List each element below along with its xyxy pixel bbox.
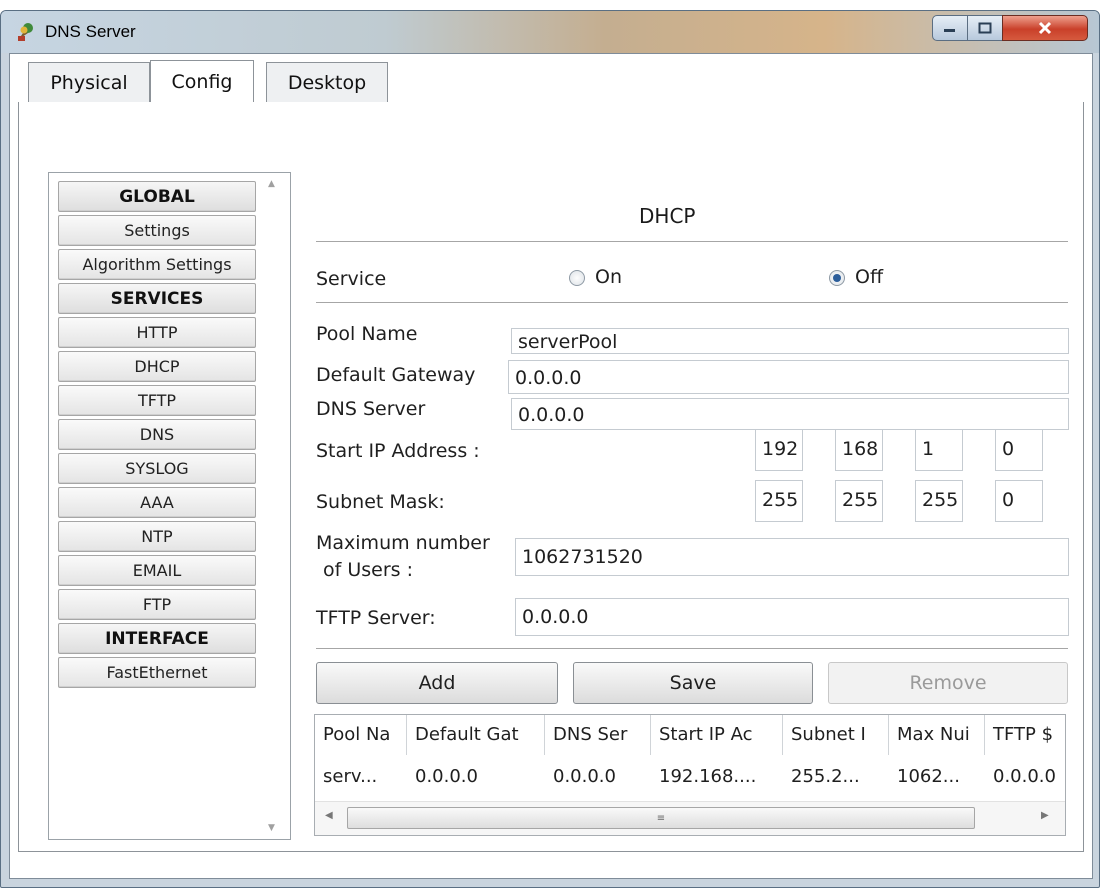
subnet-octet-2[interactable]: 255 (835, 480, 883, 522)
column-header[interactable]: Default Gat (407, 715, 545, 755)
sidebar-scrollbar[interactable]: ▲ ▼ (262, 175, 286, 837)
table-cell[interactable]: 255.2... (783, 759, 889, 795)
default-gateway-label: Default Gateway (316, 364, 476, 386)
pool-name-input[interactable]: serverPool (511, 328, 1069, 354)
subnet-mask-label: Subnet Mask: (316, 491, 445, 513)
sidebar-item-ntp[interactable]: NTP (58, 521, 256, 552)
tab-config[interactable]: Config (150, 60, 254, 102)
max-users-label-line2: of Users : (323, 559, 413, 581)
scroll-up-icon[interactable]: ▲ (268, 179, 275, 189)
minimize-icon (944, 29, 955, 32)
start-ip-octet-1[interactable]: 192 (755, 429, 803, 471)
dns-server-input[interactable]: 0.0.0.0 (511, 398, 1069, 430)
sidebar-header-interface: INTERFACE (58, 623, 256, 654)
app-icon (18, 23, 33, 41)
window-title: DNS Server (45, 22, 136, 41)
dhcp-title: DHCP (639, 204, 696, 228)
tab-physical[interactable]: Physical (28, 62, 150, 102)
scroll-down-icon[interactable]: ▼ (268, 823, 275, 833)
config-sidebar: GLOBAL Settings Algorithm Settings SERVI… (48, 172, 291, 840)
radio-selected-dot (833, 274, 841, 282)
table-cell[interactable]: 0.0.0.0 (545, 759, 651, 795)
column-header[interactable]: TFTP $ (985, 715, 1065, 755)
sidebar-item-settings[interactable]: Settings (58, 215, 256, 246)
save-button[interactable]: Save (573, 662, 813, 704)
table-cell[interactable]: 0.0.0.0 (407, 759, 545, 795)
sidebar-item-dns[interactable]: DNS (58, 419, 256, 450)
sidebar-item-ftp[interactable]: FTP (58, 589, 256, 620)
buttons-divider (316, 648, 1068, 649)
tftp-server-input[interactable]: 0.0.0.0 (515, 598, 1069, 636)
close-icon (1038, 21, 1052, 35)
client-area: Physical Config Desktop GLOBAL Settings … (9, 53, 1093, 879)
table-cell[interactable]: 192.168.... (651, 759, 783, 795)
column-header[interactable]: Pool Na (315, 715, 407, 755)
sidebar-item-dhcp[interactable]: DHCP (58, 351, 256, 382)
table-cell[interactable]: 0.0.0.0 (985, 759, 1065, 795)
default-gateway-input[interactable]: 0.0.0.0 (508, 360, 1069, 394)
maximize-icon (978, 22, 992, 34)
tftp-server-label: TFTP Server: (316, 607, 436, 629)
scroll-right-icon[interactable]: ▶ (1041, 810, 1049, 821)
service-off-radio[interactable] (829, 270, 845, 286)
sidebar-header-global: GLOBAL (58, 181, 256, 212)
pool-name-label: Pool Name (316, 323, 418, 345)
start-ip-octet-3[interactable]: 1 (915, 429, 963, 471)
table-cell[interactable]: serv... (315, 759, 407, 795)
service-on-radio[interactable] (569, 270, 585, 286)
service-label: Service (316, 268, 387, 290)
add-button[interactable]: Add (316, 662, 558, 704)
sidebar-item-http[interactable]: HTTP (58, 317, 256, 348)
close-button[interactable] (1002, 15, 1088, 41)
start-ip-label: Start IP Address : (316, 440, 480, 462)
column-header[interactable]: DNS Ser (545, 715, 651, 755)
table-cell[interactable]: 1062... (889, 759, 985, 795)
sidebar-item-syslog[interactable]: SYSLOG (58, 453, 256, 484)
column-header[interactable]: Start IP Ac (651, 715, 783, 755)
subnet-octet-4[interactable]: 0 (995, 480, 1043, 522)
service-on-label[interactable]: On (595, 266, 622, 288)
title-divider (316, 241, 1068, 242)
sidebar-item-algorithm-settings[interactable]: Algorithm Settings (58, 249, 256, 280)
dns-server-label: DNS Server (316, 398, 426, 420)
config-panel: GLOBAL Settings Algorithm Settings SERVI… (18, 102, 1084, 852)
scrollbar-thumb[interactable]: ≡ (347, 807, 975, 829)
title-bar[interactable]: DNS Server (1, 11, 1099, 53)
sidebar-header-services: SERVICES (58, 283, 256, 314)
sidebar-item-tftp[interactable]: TFTP (58, 385, 256, 416)
maximize-button[interactable] (967, 15, 1003, 41)
service-off-label[interactable]: Off (855, 266, 883, 288)
sidebar-item-fastethernet[interactable]: FastEthernet (58, 657, 256, 688)
sidebar-item-aaa[interactable]: AAA (58, 487, 256, 518)
table-horizontal-scrollbar[interactable]: ◀ ≡ ▶ (315, 801, 1065, 835)
service-divider (316, 302, 1068, 303)
subnet-octet-1[interactable]: 255 (755, 480, 803, 522)
sidebar-item-email[interactable]: EMAIL (58, 555, 256, 586)
max-users-label-line1: Maximum number (316, 532, 490, 554)
max-users-input[interactable]: 1062731520 (515, 538, 1069, 576)
subnet-octet-3[interactable]: 255 (915, 480, 963, 522)
minimize-button[interactable] (932, 15, 968, 41)
start-ip-octet-2[interactable]: 168 (835, 429, 883, 471)
start-ip-octet-4[interactable]: 0 (995, 429, 1043, 471)
tab-desktop[interactable]: Desktop (266, 62, 388, 102)
scroll-left-icon[interactable]: ◀ (325, 810, 333, 821)
dns-server-window: DNS Server Physical Config Desktop GLOBA… (0, 10, 1100, 888)
pool-table: Pool Na Default Gat DNS Ser Start IP Ac … (314, 714, 1066, 836)
column-header[interactable]: Subnet I (783, 715, 889, 755)
remove-button[interactable]: Remove (828, 662, 1068, 704)
column-header[interactable]: Max Nui (889, 715, 985, 755)
